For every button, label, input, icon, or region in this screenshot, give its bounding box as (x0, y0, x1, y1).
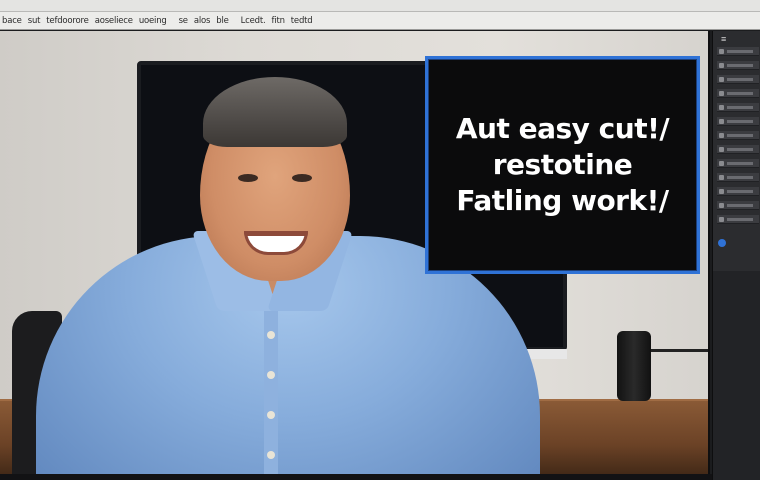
layer-row[interactable] (717, 75, 759, 84)
overlay-line: Fatling work!/ (456, 184, 669, 217)
title-strip (0, 0, 760, 12)
menu-item[interactable]: uoeing (139, 16, 167, 26)
layer-row[interactable] (717, 201, 759, 210)
shirt-button (267, 411, 275, 419)
menu-toolbar: bace sut tefdoorore aoseliece uoeing se … (0, 12, 760, 30)
shirt-button (267, 371, 275, 379)
menu-item[interactable]: se (179, 16, 188, 26)
layer-row[interactable] (717, 187, 759, 196)
shirt-button (267, 331, 275, 339)
menu-item[interactable]: Lcedt. (241, 16, 266, 26)
overlay-line: restotine (492, 148, 633, 181)
layer-row[interactable] (717, 61, 759, 70)
layer-row[interactable] (717, 89, 759, 98)
cable (651, 349, 708, 352)
menu-item[interactable]: tedtd (291, 16, 313, 26)
menu-item[interactable]: tefdoorore (46, 16, 89, 26)
menu-item[interactable]: fitn (272, 16, 285, 26)
overlay-line: Aut easy cut!/ (455, 112, 670, 145)
shirt-button (267, 451, 275, 459)
layer-row[interactable] (717, 47, 759, 56)
text-overlay-box[interactable]: Aut easy cut!/ restotine Fatling work!/ (425, 56, 700, 274)
menu-item[interactable]: sut (28, 16, 41, 26)
person-eye (292, 174, 312, 182)
menu-item[interactable]: bace (2, 16, 22, 26)
menu-icon[interactable]: ≡ (721, 35, 733, 44)
layer-row[interactable] (717, 103, 759, 112)
layer-row[interactable] (717, 159, 759, 168)
speaker (617, 331, 651, 401)
color-swatch[interactable] (718, 239, 726, 247)
panel-empty-area (713, 271, 760, 480)
menu-item[interactable]: alos (194, 16, 211, 26)
layer-row[interactable] (717, 145, 759, 154)
bottom-strip (0, 474, 712, 480)
person-eye (238, 174, 258, 182)
layer-row[interactable] (717, 173, 759, 182)
image-canvas[interactable]: Aut easy cut!/ restotine Fatling work!/ (0, 31, 710, 474)
layer-row[interactable] (717, 117, 759, 126)
layer-row[interactable] (717, 215, 759, 224)
menu-item[interactable]: ble (216, 16, 229, 26)
menu-item[interactable]: aoseliece (95, 16, 133, 26)
layers-panel: ≡ (712, 31, 760, 480)
layer-row[interactable] (717, 131, 759, 140)
